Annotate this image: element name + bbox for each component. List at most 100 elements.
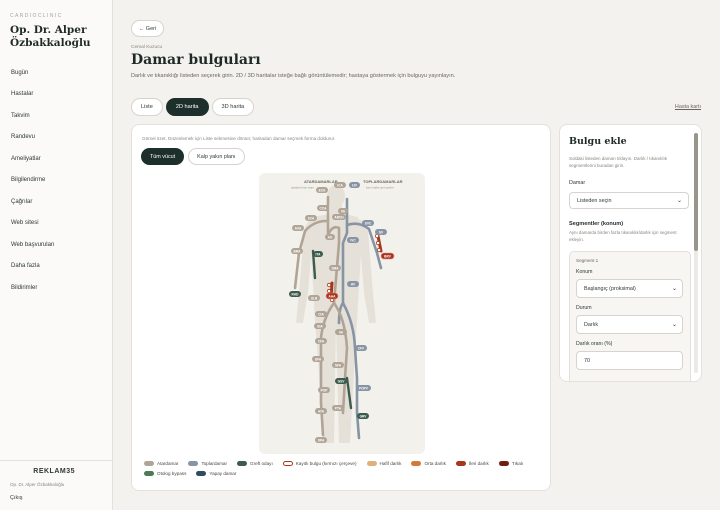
svg-text:GSV: GSV	[338, 379, 346, 383]
vessel-label-axa[interactable]: AXA	[292, 225, 304, 231]
legend-swatch-autologous	[144, 471, 154, 476]
svg-text:ARCH: ARCH	[334, 215, 344, 219]
vessel-label-cfv[interactable]: CFV	[355, 345, 367, 351]
back-button[interactable]: ← Geri	[131, 20, 164, 37]
svg-text:BRV: BRV	[384, 254, 392, 258]
tab-heart-closeup[interactable]: Kalp yakın planı	[188, 148, 245, 165]
svg-text:RAD: RAD	[292, 292, 300, 296]
legend-swatch-graft	[237, 461, 247, 466]
patient-name: Cemal Kuzucu	[131, 45, 163, 50]
vessel-label-svc[interactable]: SVC	[362, 220, 374, 226]
legend-swatch-prosthetic	[196, 471, 207, 476]
logout-link[interactable]: Çıkış	[10, 495, 23, 501]
vessel-label-ulb[interactable]: ULB	[308, 295, 320, 301]
degree-label: Darlık oranı (%)	[576, 341, 613, 347]
vessel-label-aaa[interactable]: AAA	[325, 292, 339, 300]
vessel-label-sma[interactable]: SMA	[329, 265, 341, 271]
svg-text:DPA: DPA	[318, 438, 325, 442]
vessel-label-iia[interactable]: IIA	[335, 329, 347, 335]
sidebar-item-bugun[interactable]: Bugün	[0, 62, 113, 84]
vessel-label-hv[interactable]: HV	[347, 281, 359, 287]
legend-item: Otolog bypass	[144, 471, 186, 476]
legend-item: Orta darlık	[411, 461, 446, 466]
vessel-label-ijv[interactable]: IJV	[349, 182, 360, 188]
legend-swatch-recorded	[282, 461, 293, 466]
vessel-label-sca[interactable]: SCA	[305, 215, 317, 221]
status-select[interactable]: Darlık ⌄	[576, 315, 683, 334]
vessel-label-cca[interactable]: CCA	[317, 205, 329, 211]
sidebar-footer: REKLAM35 Op. Dr. Alper Özbakkaloğlu Çıkı…	[0, 460, 113, 501]
sidebar-item-hastalar[interactable]: Hastalar	[0, 84, 113, 106]
svg-text:IVC: IVC	[350, 238, 356, 242]
body-diagram: ATARDAMARLAR oksijenli kan taşır TOPLARD…	[289, 179, 403, 443]
vessel-label-ao[interactable]: AO	[325, 234, 335, 240]
svg-text:POP: POP	[321, 388, 329, 392]
veins-subheading: kanı kalbe geri getirir	[366, 186, 394, 190]
svg-text:SVC: SVC	[365, 221, 372, 225]
vessel-label-gsv[interactable]: GSV	[335, 378, 347, 384]
vessel-label-ica[interactable]: ICA	[334, 182, 346, 188]
veins-heading: TOPLARDAMARLAR	[363, 179, 403, 184]
vessel-label-bra[interactable]: BRA	[291, 248, 303, 254]
form-scroll-thumb[interactable]	[694, 133, 698, 251]
sidebar-item-takvim[interactable]: Takvim	[0, 105, 113, 127]
sidebar-item-web-sitesi[interactable]: Web sitesi	[0, 213, 113, 235]
degree-input[interactable]: 70	[576, 351, 683, 370]
segment-card: Segment 1 Konum Başlangıç (proksimal) ⌄ D…	[569, 251, 691, 381]
tab-2d-harita[interactable]: 2D harita	[165, 98, 209, 116]
vessel-label-cfa[interactable]: CFA	[315, 338, 327, 344]
vessel-label-cia[interactable]: CIA	[315, 311, 327, 317]
legend-swatch-vein	[188, 461, 199, 466]
vessel-label-arch[interactable]: ARCH	[332, 214, 346, 220]
svg-text:ULB: ULB	[311, 296, 318, 300]
vessel-label-dfa[interactable]: DFA	[312, 356, 324, 362]
tab-3d-harita[interactable]: 3D harita	[211, 98, 255, 116]
sidebar-item-randevu[interactable]: Randevu	[0, 127, 113, 149]
svg-text:DFA: DFA	[315, 357, 322, 361]
vessel-label-pop[interactable]: POP	[318, 387, 330, 393]
sidebar-item-bildirimler[interactable]: Bildirimler	[0, 277, 113, 299]
svg-text:CFA: CFA	[318, 339, 325, 343]
location-select[interactable]: Başlangıç (proksimal) ⌄	[576, 279, 683, 298]
vessel-label-dpa[interactable]: DPA	[315, 437, 327, 443]
sidebar-item-cagrilar[interactable]: Çağrılar	[0, 191, 113, 213]
vessel-label-rad[interactable]: RAD	[289, 291, 301, 297]
legend-item: Hafif darlık	[366, 461, 401, 466]
sidebar-item-daha-fazla[interactable]: Daha fazla	[0, 256, 113, 278]
legend-swatch-mild	[366, 461, 377, 466]
vessel-label-grv[interactable]: GRV	[357, 413, 369, 419]
vessel-label-ivc[interactable]: IVC	[347, 237, 359, 243]
sidebar-item-ameliyatlar[interactable]: Ameliyatlar	[0, 148, 113, 170]
vessel-label-ita[interactable]: ITA	[313, 251, 323, 257]
patient-card-link[interactable]: Hasta kartı	[675, 104, 701, 110]
chevron-down-icon: ⌄	[671, 286, 677, 292]
svg-text:ECA: ECA	[319, 188, 326, 192]
map-legend: Atardamar Toplardamar Greft odayı Kayıtl…	[144, 461, 549, 476]
legend-item: İleri darlık	[455, 461, 489, 466]
vessel-label-pta[interactable]: PTA	[332, 405, 344, 411]
svg-text:POPV: POPV	[359, 386, 369, 390]
sidebar-item-web-basvurulari[interactable]: Web başvuruları	[0, 234, 113, 256]
tab-liste[interactable]: Liste	[131, 98, 163, 116]
vessel-label-ata[interactable]: ATA	[315, 408, 327, 414]
vessel-select[interactable]: Listeden seçin ⌄	[569, 192, 689, 209]
vessel-label-sfa[interactable]: SFA	[332, 362, 344, 368]
map-view-tabs: Tüm vücut Kalp yakın planı	[141, 148, 245, 165]
vessel-label-popv[interactable]: POPV	[356, 385, 371, 391]
legend-item: Kayıtlı bulgu (kırmızı çerçeve)	[282, 461, 357, 466]
vessel-label-eia[interactable]: EIA	[314, 323, 326, 329]
form-title: Bulgu ekle	[569, 136, 627, 147]
svg-text:SCA: SCA	[308, 216, 315, 220]
svg-text:ATA: ATA	[318, 409, 325, 413]
chevron-down-icon: ⌄	[676, 198, 682, 204]
svg-text:AO: AO	[328, 235, 333, 239]
vessel-label-brv[interactable]: BRV	[380, 252, 395, 260]
form-scrollbar[interactable]	[694, 133, 698, 373]
tab-whole-body[interactable]: Tüm vücut	[141, 148, 185, 165]
sidebar-item-bilgilendirme[interactable]: Bilgilendirme	[0, 170, 113, 192]
chevron-down-icon: ⌄	[671, 322, 677, 328]
page-description: Darlık ve tıkanıklığı listeden seçerek g…	[131, 73, 456, 79]
vessel-label-va[interactable]: VA	[338, 208, 348, 214]
vessel-label-eca[interactable]: ECA	[316, 187, 328, 193]
vessel-label-sv[interactable]: SV	[375, 229, 387, 235]
